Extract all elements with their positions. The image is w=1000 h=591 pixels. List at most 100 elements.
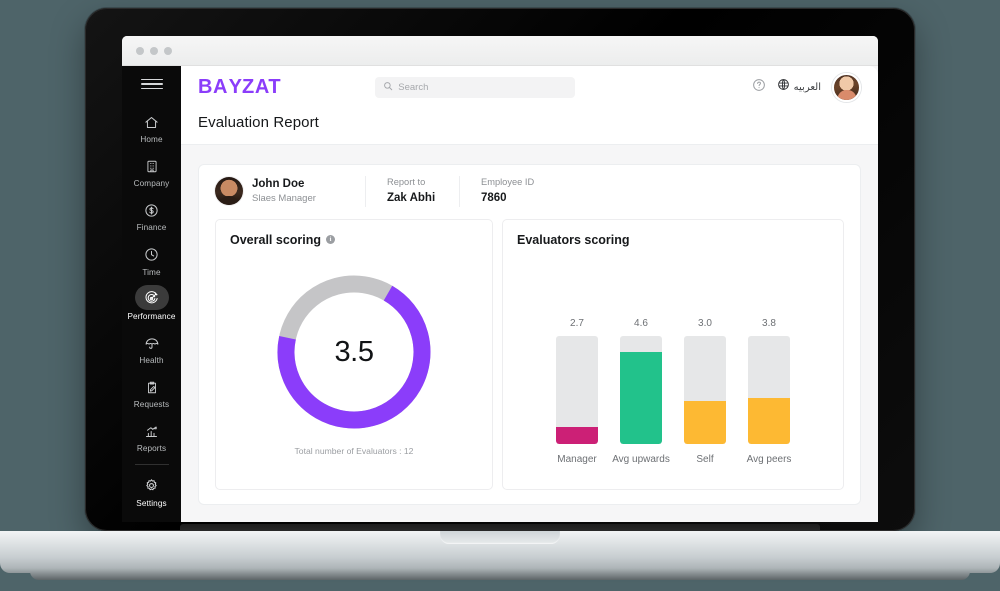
sidebar-item-performance[interactable]: Performance <box>126 284 178 328</box>
page-title: Evaluation Report <box>198 114 319 131</box>
window-maximize-dot[interactable] <box>164 46 172 55</box>
bar-category-label: Self <box>696 454 714 465</box>
bar-category-label: Manager <box>557 454 597 465</box>
header-actions: العربيه <box>752 72 861 102</box>
panel-title-label: Overall scoring <box>230 232 322 247</box>
sidebar-item-health[interactable]: Health <box>126 328 178 372</box>
search-placeholder: Search <box>398 81 429 93</box>
sidebar-item-label: Finance <box>136 223 167 233</box>
laptop-frame: Home Company Finance Time Performance He… <box>85 8 915 531</box>
home-icon <box>137 111 167 133</box>
sidebar-item-company[interactable]: Company <box>126 151 178 195</box>
bar-chart: 2.7 Manager 4.6 Avg upwards 3.0 Self 3.8 Avg pe… <box>554 318 792 465</box>
bar-fill <box>684 400 726 444</box>
charts-row: Overall scoring i 3.5 Total number of Ev… <box>199 218 860 504</box>
field-value: Zak Abhi <box>387 191 436 204</box>
umbrella-icon <box>137 332 167 354</box>
gear-icon <box>137 475 167 497</box>
sidebar-divider <box>134 463 169 465</box>
avatar[interactable] <box>832 72 861 102</box>
field-label: Report to <box>387 177 426 187</box>
sidebar-item-reports[interactable]: Reports <box>126 416 178 460</box>
sidebar-item-label: Reports <box>136 444 167 454</box>
sidebar-item-requests[interactable]: Requests <box>126 372 178 416</box>
target-icon <box>137 288 167 310</box>
question-circle-icon[interactable] <box>752 78 766 97</box>
bar-value-label: 4.6 <box>634 318 648 329</box>
page-title-bar: Evaluation Report <box>181 108 878 144</box>
bar-track <box>684 336 726 444</box>
sidebar-item-home[interactable]: Home <box>126 107 178 151</box>
evaluator-count-caption: Total number of Evaluators : 12 <box>294 446 414 457</box>
search-input[interactable]: Search <box>375 76 576 98</box>
overall-score-value: 3.5 <box>334 335 374 368</box>
employee-name: John Doe <box>252 178 305 191</box>
browser-titlebar <box>122 36 878 66</box>
bar-fill <box>620 352 662 444</box>
overall-score-donut: 3.5 <box>273 271 435 433</box>
sidebar-item-time[interactable]: Time <box>126 240 178 284</box>
bar-fill <box>556 426 598 444</box>
sidebar-item-label: Performance <box>127 311 176 321</box>
bayzat-logo[interactable]: BA Y ZAT <box>198 76 281 99</box>
overall-scoring-panel: Overall scoring i 3.5 Total number of Ev… <box>215 218 493 490</box>
report-to-field: Report to Zak Abhi <box>365 176 459 207</box>
evaluators-scoring-title: Evaluators scoring <box>517 233 829 247</box>
bar-column: 2.7 Manager <box>554 318 600 465</box>
content-area: John Doe Slaes Manager Report to Zak Abh… <box>181 145 878 522</box>
bar-track <box>748 336 790 444</box>
employee-identity: John Doe Slaes Manager <box>215 177 365 206</box>
bar-category-label: Avg upwards <box>612 454 670 465</box>
employee-role: Slaes Manager <box>252 192 316 204</box>
bar-column: 4.6 Avg upwards <box>612 318 670 465</box>
sidebar-item-settings[interactable]: Settings <box>126 471 178 515</box>
brand-text-y: Y <box>228 75 243 98</box>
search-icon <box>383 78 393 96</box>
brand-text-after: ZAT <box>242 75 282 98</box>
window-minimize-dot[interactable] <box>150 46 158 55</box>
bar-track <box>556 336 598 444</box>
globe-icon <box>777 78 790 96</box>
employee-id-field: Employee ID 7860 <box>459 176 553 207</box>
clock-icon <box>137 244 167 266</box>
evaluation-report-card: John Doe Slaes Manager Report to Zak Abh… <box>198 164 861 505</box>
sidebar-item-label: Requests <box>133 400 170 410</box>
clipboard-edit-icon <box>137 376 167 398</box>
laptop-notch <box>440 531 560 544</box>
bar-chart-area: 2.7 Manager 4.6 Avg upwards 3.0 Self 3.8 Avg pe… <box>517 247 829 481</box>
field-value: 7860 <box>481 191 507 204</box>
building-icon <box>137 155 167 177</box>
bar-column: 3.8 Avg peers <box>746 318 792 465</box>
browser-window: Home Company Finance Time Performance He… <box>122 36 878 522</box>
overall-scoring-title: Overall scoring i <box>230 233 478 247</box>
panel-title-label: Evaluators scoring <box>517 232 630 247</box>
evaluators-scoring-panel: Evaluators scoring 2.7 Manager 4.6 Avg upwa… <box>502 218 844 490</box>
main-area: BA Y ZAT Search العربيه Evaluation Repor… <box>181 66 878 522</box>
sidebar-item-label: Settings <box>136 498 167 508</box>
bar-column: 3.0 Self <box>682 318 728 465</box>
sidebar-item-label: Time <box>142 267 161 277</box>
header-toolbar: BA Y ZAT Search العربيه <box>181 66 878 108</box>
employee-summary-strip: John Doe Slaes Manager Report to Zak Abh… <box>199 165 860 219</box>
sidebar-item-label: Company <box>133 179 170 189</box>
bar-value-label: 2.7 <box>570 318 584 329</box>
bar-category-label: Avg peers <box>746 454 792 465</box>
sidebar-item-finance[interactable]: Finance <box>126 195 178 239</box>
window-close-dot[interactable] <box>136 46 144 55</box>
language-switcher[interactable]: العربيه <box>777 78 821 96</box>
hamburger-icon[interactable] <box>140 75 163 93</box>
brand-text-before: BA <box>198 75 229 98</box>
bar-value-label: 3.8 <box>762 318 776 329</box>
app-header: BA Y ZAT Search العربيه Evaluation Repor… <box>181 66 878 145</box>
app-viewport: Home Company Finance Time Performance He… <box>122 66 878 522</box>
laptop-foot <box>30 571 970 580</box>
bar-track <box>620 336 662 444</box>
sidebar-item-label: Home <box>140 135 163 144</box>
field-label: Employee ID <box>481 177 535 187</box>
bar-chart-icon <box>137 420 167 442</box>
bar-value-label: 3.0 <box>698 318 712 329</box>
language-label: العربيه <box>793 81 821 93</box>
dollar-circle-icon <box>137 199 167 221</box>
sidebar-item-label: Health <box>139 356 164 366</box>
donut-chart-wrap: 3.5 Total number of Evaluators : 12 <box>230 247 478 481</box>
